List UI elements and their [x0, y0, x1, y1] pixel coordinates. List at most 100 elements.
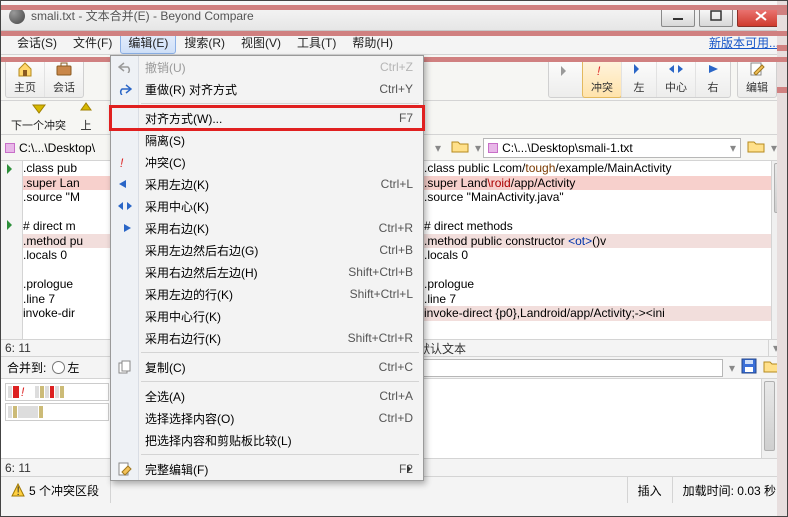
- menu-item[interactable]: !冲突(C): [111, 151, 423, 173]
- code-line: .super Lan: [23, 176, 113, 191]
- takeC-icon: [116, 197, 134, 215]
- menu-item[interactable]: 完整编辑(F) F2: [111, 458, 423, 480]
- path-dropdown-icon[interactable]: ▾: [429, 141, 447, 155]
- left-cursor-pos: 6: 11: [5, 341, 115, 355]
- menu-item-label: 全选(A): [145, 388, 185, 405]
- svg-text:!: !: [17, 484, 20, 497]
- take-right-button[interactable]: 右: [695, 58, 730, 97]
- load-time-cell: 加载时间: 0.03 秒: [673, 477, 787, 503]
- code-line: # direct m: [23, 219, 113, 234]
- menu-item[interactable]: 采用右边然后左边(H)Shift+Ctrl+B: [111, 261, 423, 283]
- menu-item-shortcut: Shift+Ctrl+R: [348, 331, 413, 345]
- session-label: 会话: [53, 79, 75, 95]
- down-arrow-red-icon: [31, 102, 47, 117]
- conflict-label: 冲突: [591, 79, 613, 95]
- edit-menu-dropdown: 撤销(U)Ctrl+Z重做(R) 对齐方式Ctrl+Y对齐方式(W)...F7隔…: [110, 55, 424, 481]
- menu-item[interactable]: 选择选择内容(O)Ctrl+D: [111, 407, 423, 429]
- menu-item[interactable]: 复制(C)Ctrl+C: [111, 356, 423, 378]
- menu-item-label: 采用左边(K): [145, 176, 209, 193]
- menu-item[interactable]: 采用左边然后右边(G)Ctrl+B: [111, 239, 423, 261]
- menu-item[interactable]: 采用中心行(K): [111, 305, 423, 327]
- prev-conflict-button[interactable]: 下一个冲突: [7, 101, 70, 134]
- takeL-icon: [116, 175, 134, 193]
- take-left-button[interactable]: 左: [621, 58, 656, 97]
- take-center-button[interactable]: 中心: [656, 58, 695, 97]
- menu-item[interactable]: 采用右边行(K) Shift+Ctrl+R: [111, 327, 423, 349]
- menu-item-label: 采用左边的行(K): [145, 286, 233, 303]
- code-line: .prologue: [23, 277, 113, 292]
- menu-item-label: 完整编辑(F): [145, 461, 208, 478]
- menu-item-shortcut: Ctrl+C: [379, 360, 413, 374]
- home-button[interactable]: 主页: [6, 58, 44, 97]
- conflict-filter-button[interactable]: ! 冲突: [582, 57, 622, 98]
- merge-to-left-radio[interactable]: 左: [52, 359, 79, 376]
- code-line: [23, 205, 113, 220]
- left-code-panel[interactable]: .class pub.super Lan.source "M# direct m…: [23, 161, 113, 339]
- menu-item[interactable]: 采用右边(K)Ctrl+R: [111, 217, 423, 239]
- right-path-input[interactable]: C:\...\Desktop\smali-1.txt ▾: [483, 138, 741, 158]
- take-right-icon: [704, 60, 722, 78]
- edit-button[interactable]: 编辑: [738, 58, 776, 97]
- menu-separator: [141, 352, 419, 353]
- menu-item-shortcut: F2: [399, 462, 413, 476]
- merge-output-path[interactable]: [401, 359, 723, 377]
- menu-item[interactable]: 采用中心(K): [111, 195, 423, 217]
- menu-item-shortcut: Ctrl+A: [379, 389, 413, 403]
- menu-item-label: 采用中心(K): [145, 198, 209, 215]
- menu-item-shortcut: Ctrl+Z: [380, 60, 413, 74]
- folder-drop-icon[interactable]: ▾: [473, 141, 483, 155]
- menu-item[interactable]: 全选(A) Ctrl+A: [111, 385, 423, 407]
- thumb-strip[interactable]: [5, 403, 109, 421]
- save-icon[interactable]: [741, 358, 757, 377]
- folder-open-icon[interactable]: [447, 139, 473, 156]
- paper-pencil-icon: [748, 60, 766, 78]
- update-available-link[interactable]: 新版本可用...: [709, 34, 779, 51]
- right-path-dropdown-icon[interactable]: ▾: [730, 141, 736, 155]
- menu-item-shortcut: Shift+Ctrl+L: [350, 287, 413, 301]
- menu-item-label: 对齐方式(W)...: [145, 110, 222, 127]
- preview-scrollbar[interactable]: [761, 379, 777, 458]
- menu-item[interactable]: 对齐方式(W)... F7: [111, 107, 423, 129]
- diff-marker-icon: [7, 219, 17, 233]
- copy-icon: [116, 358, 134, 376]
- menu-separator: [141, 103, 419, 104]
- menu-separator: [141, 381, 419, 382]
- conflict-thumb-icon: !: [20, 384, 34, 401]
- up-button[interactable]: 上: [76, 101, 96, 134]
- arrow-gray-icon: [557, 62, 575, 80]
- exclaim-icon: !: [593, 60, 611, 78]
- briefcase-icon: [55, 60, 73, 78]
- svg-text:!: !: [21, 385, 25, 398]
- menu-item-shortcut: F7: [399, 111, 413, 125]
- code-line: .class pub: [23, 161, 113, 176]
- left-path-label: C:\...\Desktop\: [19, 141, 95, 155]
- arrow-button-1[interactable]: [549, 58, 583, 97]
- merge-path-drop-icon[interactable]: ▾: [729, 361, 735, 375]
- preview-cursor-pos: 6: 11: [5, 461, 115, 475]
- menu-item[interactable]: 隔离(S): [111, 129, 423, 151]
- overview-strip[interactable]: [777, 1, 787, 516]
- menu-item[interactable]: 采用左边(K)Ctrl+L: [111, 173, 423, 195]
- folder-open-right-icon[interactable]: [747, 139, 765, 156]
- take-center-icon: [667, 60, 685, 78]
- menu-separator: [141, 454, 419, 455]
- menu-item-label: 隔离(S): [145, 132, 185, 149]
- menu-item-label: 采用左边然后右边(G): [145, 242, 258, 259]
- takeR-icon: [116, 219, 134, 237]
- bang-icon: !: [116, 153, 134, 171]
- session-button[interactable]: 会话: [44, 58, 83, 97]
- right-path-marker: [488, 143, 498, 153]
- code-line: .method pu: [23, 234, 113, 249]
- up-arrow-icon: [80, 102, 92, 117]
- menu-item-label: 采用中心行(K): [145, 308, 221, 325]
- code-line: .locals 0: [23, 248, 113, 263]
- home-icon: [16, 60, 34, 78]
- menu-item-label: 把选择内容和剪贴板比较(L): [145, 432, 292, 449]
- menu-item[interactable]: 重做(R) 对齐方式Ctrl+Y: [111, 78, 423, 100]
- right-code-panel[interactable]: .class public Lcom/tough/example/MainAct…: [423, 161, 787, 339]
- menu-item-label: 采用右边行(K): [145, 330, 221, 347]
- thumb-strip[interactable]: !: [5, 383, 109, 401]
- warn-triangle-icon: !: [11, 483, 25, 497]
- menu-item[interactable]: 采用左边的行(K) Shift+Ctrl+L: [111, 283, 423, 305]
- menu-item[interactable]: 把选择内容和剪贴板比较(L): [111, 429, 423, 451]
